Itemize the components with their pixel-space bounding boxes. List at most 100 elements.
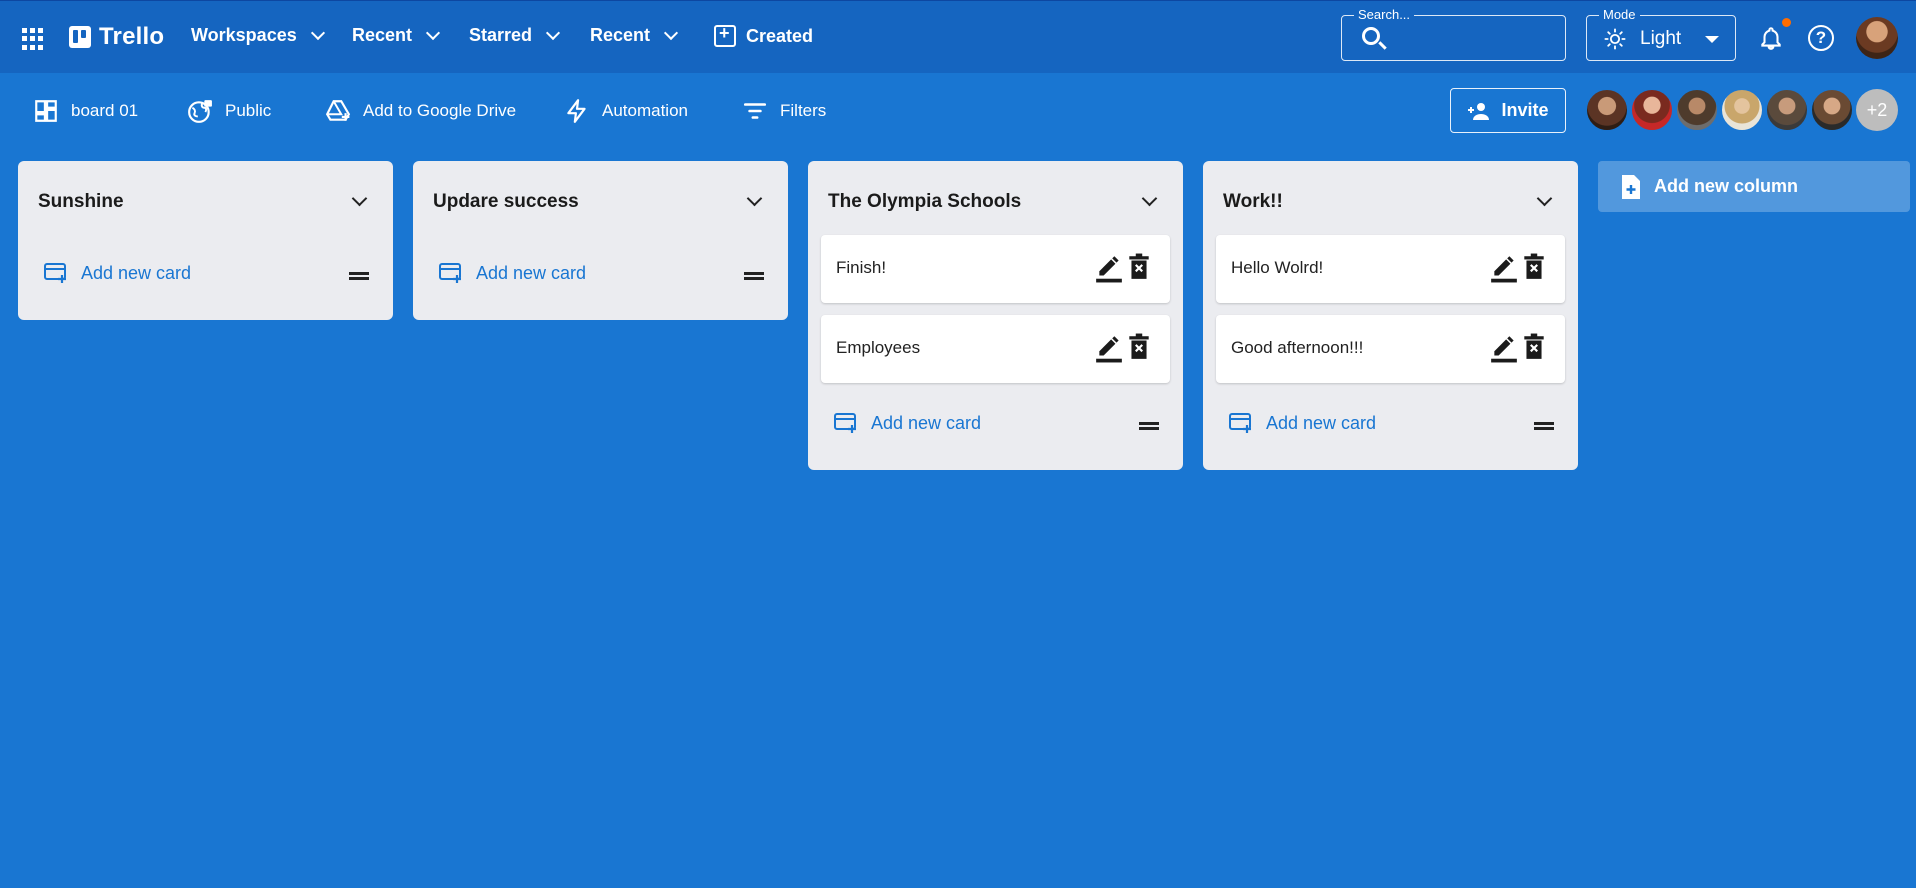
column-title: Work!! [1223, 191, 1283, 212]
chevron-down-icon [545, 25, 561, 41]
drag-handle-icon[interactable] [1139, 422, 1159, 430]
nav-created-label: Created [746, 25, 814, 46]
visibility-label: Public [225, 101, 272, 120]
nav-workspaces-label: Workspaces [191, 25, 297, 45]
delete-icon[interactable] [1128, 253, 1150, 281]
add-card-button[interactable]: Add new card [439, 262, 586, 284]
chevron-down-icon [310, 25, 325, 41]
add-card-label: Add new card [476, 262, 587, 283]
card-title: Good afternoon!!! [1231, 338, 1364, 357]
nav-starred[interactable]: Starred [469, 25, 561, 46]
person-add-icon [1468, 102, 1490, 120]
avatar[interactable] [1811, 89, 1853, 131]
add-card-icon [1229, 413, 1251, 433]
avatar[interactable] [1721, 89, 1763, 131]
card[interactable]: Finish! [821, 235, 1170, 303]
add-card-label: Add new card [1266, 412, 1377, 433]
visibility-button[interactable]: Public [187, 98, 271, 124]
edit-icon[interactable] [1491, 253, 1517, 283]
add-column-button[interactable]: Add new column [1598, 161, 1910, 212]
filters-label: Filters [780, 101, 827, 120]
column-title: Sunshine [38, 191, 124, 212]
card[interactable]: Employees [821, 315, 1170, 383]
search-input[interactable]: Search... [1341, 7, 1566, 61]
nav-recent[interactable]: Recent [352, 25, 441, 46]
trello-logo-icon [69, 26, 91, 48]
chevron-down-icon [663, 25, 679, 41]
chevron-down-icon[interactable] [1536, 190, 1553, 207]
board-column: Work!! Hello Wolrd! Good afternoon!!! Ad… [1203, 161, 1578, 470]
column-title: Updare success [433, 191, 579, 212]
avatar[interactable] [1631, 89, 1673, 131]
board-switcher[interactable]: board 01 [33, 98, 138, 124]
invite-label: Invite [1501, 100, 1549, 120]
drag-handle-icon[interactable] [744, 272, 764, 280]
add-card-button[interactable]: Add new card [1229, 412, 1376, 434]
board-column: Sunshine Add new card [18, 161, 393, 320]
avatar[interactable] [1766, 89, 1808, 131]
note-add-icon [1622, 174, 1640, 199]
top-app-bar: Trello Workspaces Recent Starred Recent … [0, 0, 1916, 73]
card-title: Finish! [836, 258, 887, 277]
drag-handle-icon[interactable] [1534, 422, 1554, 430]
automation-label: Automation [602, 101, 688, 120]
card[interactable]: Good afternoon!!! [1216, 315, 1565, 383]
mode-value: Light [1640, 28, 1682, 49]
column-title: The Olympia Schools [828, 191, 1022, 212]
brand-name: Trello [99, 23, 165, 50]
invite-button[interactable]: Invite [1450, 88, 1566, 133]
more-members-badge[interactable]: +2 [1856, 89, 1898, 131]
chevron-down-icon[interactable] [746, 190, 763, 207]
nav-workspaces[interactable]: Workspaces [191, 25, 325, 46]
avatar[interactable] [1856, 17, 1898, 59]
add-to-drive-button[interactable]: Add to Google Drive [325, 98, 516, 124]
search-legend: Search... [1354, 7, 1415, 22]
card[interactable]: Hello Wolrd! [1216, 235, 1565, 303]
drag-handle-icon[interactable] [349, 272, 369, 280]
delete-icon[interactable] [1523, 333, 1545, 361]
add-card-button[interactable]: Add new card [44, 262, 191, 284]
filters-button[interactable]: Filters [742, 98, 826, 124]
edit-icon[interactable] [1096, 253, 1122, 283]
add-card-label: Add new card [871, 412, 982, 433]
automation-button[interactable]: Automation [564, 98, 688, 124]
apps-icon[interactable] [22, 28, 44, 50]
chevron-down-icon[interactable] [351, 190, 368, 207]
mode-legend: Mode [1599, 7, 1640, 22]
brand[interactable]: Trello [69, 23, 164, 51]
add-card-icon [834, 413, 856, 433]
bell-icon[interactable] [1758, 24, 1784, 52]
chevron-down-icon[interactable] [1141, 190, 1158, 207]
add-to-drive-icon [325, 100, 351, 121]
filter-icon [743, 103, 767, 119]
chevron-down-icon [425, 25, 441, 41]
delete-icon[interactable] [1128, 333, 1150, 361]
add-column-label: Add new column [1654, 176, 1798, 196]
add-card-icon [44, 263, 66, 283]
avatar[interactable] [1676, 89, 1718, 131]
board-column: Updare success Add new card [413, 161, 788, 320]
bolt-icon [567, 99, 586, 123]
board-name: board 01 [71, 101, 139, 120]
nav-starred-label: Starred [469, 25, 533, 45]
delete-icon[interactable] [1523, 253, 1545, 281]
edit-icon[interactable] [1491, 333, 1517, 363]
nav-recent-2[interactable]: Recent [590, 25, 679, 46]
sun-icon [1604, 28, 1626, 50]
help-icon[interactable]: ? [1808, 25, 1834, 51]
edit-icon[interactable] [1096, 333, 1122, 363]
add-to-drive-label: Add to Google Drive [363, 101, 517, 120]
notification-badge [1782, 18, 1791, 27]
mode-select[interactable]: Mode Light [1586, 7, 1736, 61]
nav-recent-label: Recent [352, 25, 413, 45]
nav-recent-2-label: Recent [590, 25, 651, 45]
add-card-label: Add new card [81, 262, 192, 283]
card-title: Hello Wolrd! [1231, 258, 1324, 277]
nav-created[interactable]: Created [714, 23, 814, 47]
avatar[interactable] [1586, 89, 1628, 131]
add-card-icon [439, 263, 461, 283]
card-title: Employees [836, 338, 921, 357]
search-icon [1362, 27, 1380, 45]
add-card-button[interactable]: Add new card [834, 412, 981, 434]
caret-down-icon [1705, 36, 1719, 43]
